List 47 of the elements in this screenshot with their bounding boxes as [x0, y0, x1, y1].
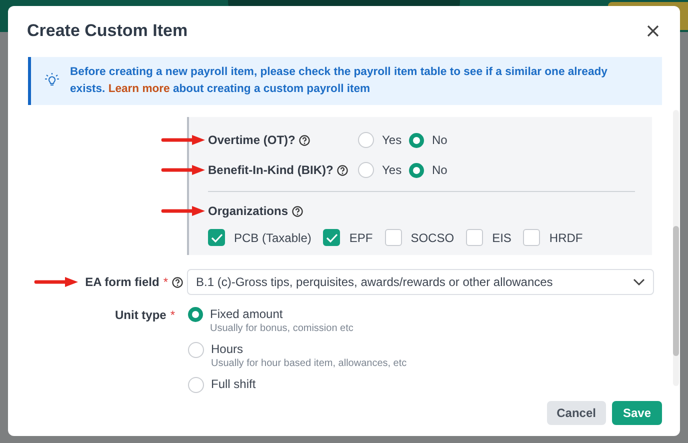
radio-button[interactable]	[358, 162, 374, 178]
learn-more-link[interactable]: Learn more	[108, 83, 170, 95]
radio-button[interactable]	[409, 162, 424, 178]
option-label[interactable]: No	[432, 163, 448, 177]
field-label: EA form field	[85, 275, 160, 289]
option-hint: Usually for hour based item, allowances, etc	[211, 358, 407, 369]
checkbox-label[interactable]: PCB (Taxable)	[234, 230, 312, 244]
check-icon	[210, 232, 222, 242]
option-label[interactable]: Fixed amount	[210, 307, 354, 321]
cancel-button[interactable]: Cancel	[546, 401, 606, 425]
checkbox[interactable]	[384, 229, 402, 246]
radio-button[interactable]	[409, 132, 424, 148]
option-label[interactable]: Hours	[211, 342, 407, 356]
field-label: Unit type	[114, 308, 166, 322]
radio-button[interactable]	[358, 132, 374, 148]
chevron-down-icon	[633, 278, 645, 286]
option-label[interactable]: Full shift	[211, 377, 256, 391]
dropdown-field[interactable]: B.1 (c)-Gross tips, perquisites, awards/rewards or other allowances	[187, 269, 654, 295]
checkbox-label[interactable]: EPF	[349, 230, 373, 244]
help-icon[interactable]	[299, 134, 310, 146]
scrollbar[interactable]	[673, 110, 679, 386]
required-mark: *	[170, 308, 175, 322]
checkbox-label[interactable]: EIS	[492, 230, 512, 244]
required-mark: *	[163, 275, 168, 289]
field-label: Benefit-In-Kind (BIK)?	[208, 163, 334, 177]
option-hint: Usually for bonus, comission etc	[210, 323, 354, 334]
field-label: Overtime (OT)?	[208, 133, 296, 147]
option-label[interactable]: Yes	[382, 163, 402, 177]
checkbox-label[interactable]: HRDF	[549, 230, 583, 244]
dialog-title: Create Custom Item	[27, 21, 188, 41]
checkbox[interactable]	[323, 229, 340, 246]
check-icon	[326, 232, 338, 242]
help-icon[interactable]	[172, 276, 183, 288]
help-icon[interactable]	[292, 206, 304, 216]
radio-button[interactable]	[188, 377, 204, 393]
option-label[interactable]: No	[432, 133, 448, 147]
field-label: Organizations	[208, 204, 288, 218]
option-label[interactable]: Yes	[382, 133, 402, 147]
checkbox[interactable]	[466, 229, 484, 246]
radio-button[interactable]	[188, 307, 203, 322]
checkbox[interactable]	[208, 229, 225, 246]
radio-button[interactable]	[188, 342, 204, 358]
help-icon[interactable]	[337, 164, 348, 176]
lightbulb-icon	[44, 73, 60, 87]
info-text: Before creating a new payroll item, please check the payroll item table to see if a similar one already exists. Learn more about creating a custom payroll item	[70, 65, 608, 97]
checkbox-label[interactable]: SOCSO	[410, 230, 454, 244]
checkbox[interactable]	[523, 229, 540, 246]
